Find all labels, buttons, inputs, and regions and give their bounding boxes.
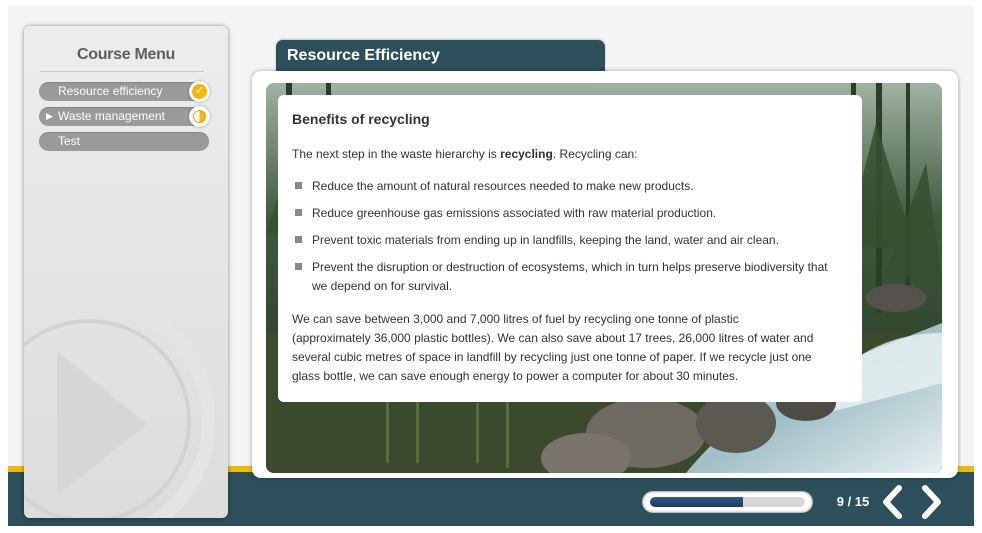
play-watermark-icon: [24, 296, 214, 518]
list-item-text: Prevent the disruption or destruction of…: [312, 260, 828, 293]
course-menu-panel: Course Menu Resource efficiency ✓ ▶ Wast…: [24, 26, 228, 518]
page-counter: 9 / 15: [836, 494, 870, 509]
bullet-square-icon: [295, 263, 302, 270]
previous-page-button[interactable]: [878, 484, 908, 520]
menu-divider: [40, 71, 204, 72]
progress-fill: [650, 497, 743, 507]
course-menu-title: Course Menu: [76, 46, 176, 63]
list-item: Reduce greenhouse gas emissions associat…: [292, 204, 848, 223]
page-title: Resource Efficiency: [287, 47, 440, 64]
menu-item-label: Resource efficiency: [58, 84, 163, 98]
intro-emphasis: recycling: [500, 147, 553, 161]
list-item-text: Prevent toxic materials from ending up i…: [312, 233, 779, 247]
bullet-square-icon: [295, 182, 302, 189]
half-circle-icon: [193, 110, 206, 123]
chevron-left-icon: [883, 485, 902, 519]
list-item-text: Reduce greenhouse gas emissions associat…: [312, 206, 717, 220]
bullet-square-icon: [295, 236, 302, 243]
progress-track: [650, 497, 805, 507]
chevron-right-icon: [922, 485, 941, 519]
menu-item-resource-efficiency[interactable]: Resource efficiency ✓: [39, 81, 210, 102]
menu-item-label: Test: [58, 134, 81, 148]
in-progress-status-badge: [189, 106, 210, 127]
triangle-right-icon: ▶: [46, 111, 53, 121]
list-item: Prevent toxic materials from ending up i…: [292, 231, 848, 250]
list-item-text: Reduce the amount of natural resources n…: [312, 179, 694, 193]
intro-text: The next step in the waste hierarchy is: [292, 147, 501, 161]
bullet-square-icon: [295, 209, 302, 216]
content-paragraph: We can save between 3,000 and 7,000 litr…: [292, 312, 814, 383]
menu-item-test[interactable]: Test: [39, 132, 209, 151]
complete-status-badge: ✓: [189, 81, 210, 102]
menu-item-waste-management[interactable]: ▶ Waste management: [39, 106, 210, 127]
menu-item-label: Waste management: [58, 109, 165, 123]
next-page-button[interactable]: [916, 484, 946, 520]
list-item: Reduce the amount of natural resources n…: [292, 177, 848, 196]
content-card: Benefits of recycling The next step in t…: [278, 95, 862, 402]
list-item: Prevent the disruption or destruction of…: [292, 258, 848, 296]
content-intro: The next step in the waste hierarchy is …: [292, 147, 848, 161]
benefits-list: Reduce the amount of natural resources n…: [292, 177, 848, 296]
intro-text-end: . Recycling can:: [552, 147, 638, 161]
check-icon: ✓: [192, 84, 207, 99]
progress-bar: [642, 491, 813, 513]
content-heading: Benefits of recycling: [292, 111, 430, 127]
